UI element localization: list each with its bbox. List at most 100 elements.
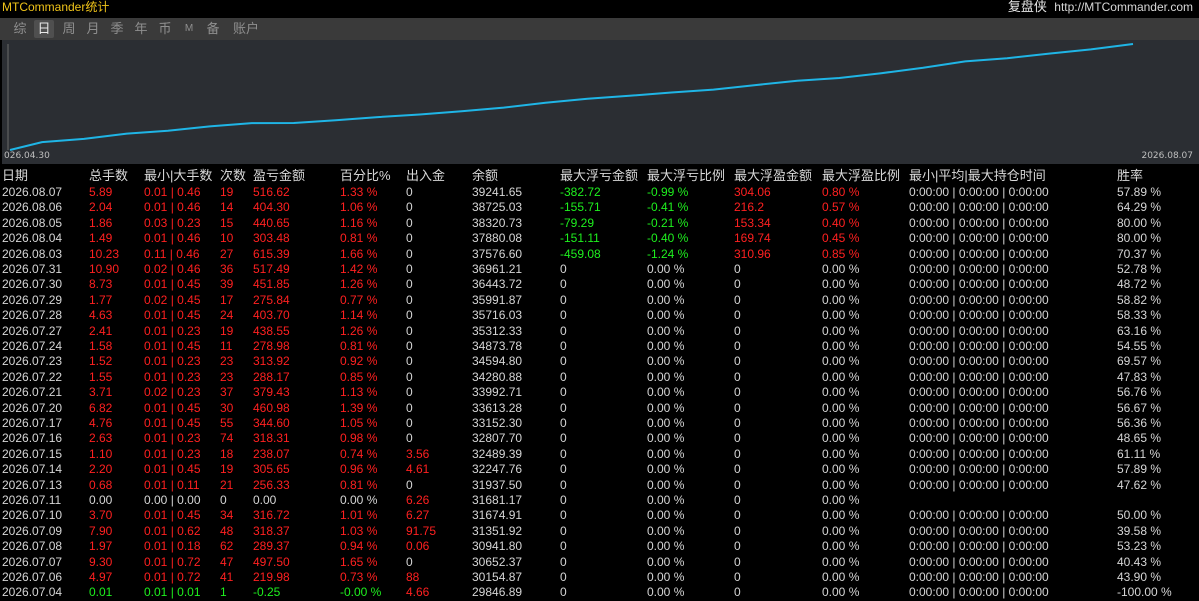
tab-yearly[interactable]: 年 bbox=[131, 20, 151, 38]
tab-account[interactable]: 账户 bbox=[229, 20, 263, 38]
table-row[interactable]: 2026.07.20 6.82 0.01 | 0.45 30 460.98 1.39 % 0… bbox=[0, 401, 1199, 416]
cell-percent: 0.74 % bbox=[340, 446, 378, 461]
cell-deposit: 0 bbox=[406, 277, 413, 292]
table-row[interactable]: 2026.07.30 8.73 0.01 | 0.45 39 451.85 1.26 % 0… bbox=[0, 277, 1199, 292]
cell-max-float-loss-pct: -0.21 % bbox=[647, 215, 689, 230]
tab-monthly[interactable]: 月 bbox=[83, 20, 103, 38]
cell-max-float-loss-pct: 0.00 % bbox=[647, 431, 685, 446]
tab-summary[interactable]: 综 bbox=[10, 20, 30, 38]
cell-win-rate: 56.67 % bbox=[1117, 400, 1162, 415]
cell-deposit: 0 bbox=[406, 554, 413, 569]
table-row[interactable]: 2026.07.24 1.58 0.01 | 0.45 11 278.98 0.81 % 0… bbox=[0, 339, 1199, 354]
cell-percent: 0.77 % bbox=[340, 292, 378, 307]
cell-percent: 1.33 % bbox=[340, 185, 378, 199]
column-header-count[interactable]: 次数 bbox=[220, 166, 246, 186]
table-row[interactable]: 2026.07.11 0.00 0.00 | 0.00 0 0.00 0.00 % 6.26… bbox=[0, 493, 1199, 508]
column-header-pnl[interactable]: 盈亏金额 bbox=[253, 166, 305, 186]
cell-count: 34 bbox=[220, 508, 234, 523]
column-header-max-float-profit[interactable]: 最大浮盈金额 bbox=[734, 166, 812, 186]
table-row[interactable]: 2026.07.17 4.76 0.01 | 0.45 55 344.60 1.05 % 0… bbox=[0, 416, 1199, 431]
column-header-max-float-loss-pct[interactable]: 最大浮亏比例 bbox=[647, 166, 725, 186]
table-row[interactable]: 2026.07.15 1.10 0.01 | 0.23 18 238.07 0.74 % 3… bbox=[0, 447, 1199, 462]
column-header-hold-time[interactable]: 最小|平均|最大持仓时间 bbox=[909, 166, 1046, 186]
table-row[interactable]: 2026.07.04 0.01 0.01 | 0.01 1 -0.25 -0.00 % 4.… bbox=[0, 585, 1199, 600]
table-row[interactable]: 2026.07.27 2.41 0.01 | 0.23 19 438.55 1.26 % 0… bbox=[0, 324, 1199, 339]
cell-date: 2026.07.15 bbox=[2, 446, 63, 461]
tab-weekly[interactable]: 周 bbox=[59, 20, 79, 38]
cell-total-lots: 2.41 bbox=[89, 323, 113, 338]
table-row[interactable]: 2026.07.16 2.63 0.01 | 0.23 74 318.31 0.98 % 0… bbox=[0, 431, 1199, 446]
table-row[interactable]: 2026.07.09 7.90 0.01 | 0.62 48 318.37 1.03 % 9… bbox=[0, 524, 1199, 539]
column-header-max-float-profit-pct[interactable]: 最大浮盈比例 bbox=[822, 166, 900, 186]
tab-notes[interactable]: 备 bbox=[203, 20, 223, 38]
table-row[interactable]: 2026.07.28 4.63 0.01 | 0.45 24 403.70 1.14 % 0… bbox=[0, 308, 1199, 323]
cell-date: 2026.07.11 bbox=[2, 493, 62, 507]
tab-daily[interactable]: 日 bbox=[34, 20, 54, 38]
tab-quarterly[interactable]: 季 bbox=[107, 20, 127, 38]
cell-max-float-loss-pct: 0.00 % bbox=[647, 554, 685, 569]
table-row[interactable]: 2026.08.03 10.23 0.11 | 0.46 27 615.39 1.66 %… bbox=[0, 247, 1199, 262]
table-row[interactable]: 2026.07.23 1.52 0.01 | 0.23 23 313.92 0.92 % 0… bbox=[0, 354, 1199, 369]
tab-symbol[interactable]: 币 bbox=[155, 20, 175, 38]
cell-max-float-profit: 0 bbox=[734, 446, 741, 461]
cell-min-max-lots: 0.01 | 0.45 bbox=[144, 508, 201, 523]
cell-date: 2026.07.28 bbox=[2, 308, 63, 323]
daily-stats-table: 日期 总手数 最小|大手数 次数 盈亏金额 百分比% 出入金 余额 最大浮亏金额 最大浮亏比例 最大… bbox=[0, 164, 1199, 599]
cell-count: 19 bbox=[220, 323, 234, 338]
cell-pnl: 278.98 bbox=[253, 339, 290, 353]
column-header-balance[interactable]: 余额 bbox=[472, 166, 498, 186]
cell-total-lots: 0.68 bbox=[89, 477, 113, 492]
column-header-total-lots[interactable]: 总手数 bbox=[89, 166, 128, 186]
cell-pnl: -0.25 bbox=[253, 585, 281, 600]
table-row[interactable]: 2026.07.06 4.97 0.01 | 0.72 41 219.98 0.73 % 8… bbox=[0, 570, 1199, 585]
cell-count: 37 bbox=[220, 385, 234, 400]
table-row[interactable]: 2026.08.07 5.89 0.01 | 0.46 19 516.62 1.33 % 0… bbox=[0, 185, 1199, 200]
cell-count: 39 bbox=[220, 277, 234, 292]
column-header-percent[interactable]: 百分比% bbox=[340, 166, 391, 186]
cell-win-rate: 80.00 % bbox=[1117, 215, 1162, 230]
table-row[interactable]: 2026.07.22 1.55 0.01 | 0.23 23 288.17 0.85 % 0… bbox=[0, 370, 1199, 385]
cell-balance: 30154.87 bbox=[472, 570, 523, 584]
cell-max-float-profit-pct: 0.00 % bbox=[822, 292, 860, 307]
table-row[interactable]: 2026.08.05 1.86 0.03 | 0.23 15 440.65 1.16 % 0… bbox=[0, 216, 1199, 231]
column-header-win-rate[interactable]: 胜率 bbox=[1117, 166, 1143, 186]
cell-min-max-lots: 0.02 | 0.46 bbox=[144, 262, 201, 276]
cell-win-rate: 58.82 % bbox=[1117, 292, 1162, 307]
cell-deposit: 88 bbox=[406, 570, 420, 584]
cell-max-float-profit: 0 bbox=[734, 585, 741, 600]
column-header-max-float-loss[interactable]: 最大浮亏金额 bbox=[560, 166, 638, 186]
tab-m[interactable]: M bbox=[179, 20, 199, 38]
table-row[interactable]: 2026.07.31 10.90 0.02 | 0.46 36 517.49 1.42 %… bbox=[0, 262, 1199, 277]
table-row[interactable]: 2026.07.21 3.71 0.02 | 0.23 37 379.43 1.13 % 0… bbox=[0, 385, 1199, 400]
column-header-deposit[interactable]: 出入金 bbox=[406, 166, 445, 186]
cell-max-float-profit: 0 bbox=[734, 477, 741, 492]
cell-hold-time: 0:00:00 | 0:00:00 | 0:00:00 bbox=[909, 416, 1049, 430]
cell-max-float-loss-pct: 0.00 % bbox=[647, 369, 685, 384]
cell-max-float-profit-pct: 0.85 % bbox=[822, 246, 860, 261]
table-row[interactable]: 2026.07.29 1.77 0.02 | 0.45 17 275.84 0.77 % 0… bbox=[0, 293, 1199, 308]
cell-min-max-lots: 0.01 | 0.18 bbox=[144, 539, 201, 554]
table-row[interactable]: 2026.08.06 2.04 0.01 | 0.46 14 404.30 1.06 % 0… bbox=[0, 200, 1199, 215]
cell-max-float-profit-pct: 0.00 % bbox=[822, 477, 860, 492]
cell-hold-time: 0:00:00 | 0:00:00 | 0:00:00 bbox=[909, 215, 1049, 230]
cell-total-lots: 3.70 bbox=[89, 508, 113, 523]
cell-count: 23 bbox=[220, 369, 234, 384]
column-header-date[interactable]: 日期 bbox=[2, 166, 28, 186]
cell-pnl: 344.60 bbox=[253, 416, 290, 430]
table-row[interactable]: 2026.07.07 9.30 0.01 | 0.72 47 497.50 1.65 % 0… bbox=[0, 555, 1199, 570]
table-row[interactable]: 2026.07.14 2.20 0.01 | 0.45 19 305.65 0.96 % 4… bbox=[0, 462, 1199, 477]
table-row[interactable]: 2026.07.10 3.70 0.01 | 0.45 34 316.72 1.01 % 6… bbox=[0, 508, 1199, 523]
cell-pnl: 305.65 bbox=[253, 462, 290, 477]
cell-total-lots: 2.63 bbox=[89, 431, 113, 446]
cell-max-float-loss-pct: 0.00 % bbox=[647, 508, 685, 523]
cell-balance: 35312.33 bbox=[472, 323, 523, 338]
column-header-min-max-lots[interactable]: 最小|大手数 bbox=[144, 166, 212, 186]
cell-total-lots: 7.90 bbox=[89, 523, 113, 538]
equity-line bbox=[9, 43, 1134, 151]
table-row[interactable]: 2026.07.08 1.97 0.01 | 0.18 62 289.37 0.94 % 0… bbox=[0, 539, 1199, 554]
cell-win-rate: 64.29 % bbox=[1117, 200, 1162, 215]
brand-link[interactable]: http://MTCommander.com bbox=[1054, 0, 1193, 14]
cell-count: 55 bbox=[220, 416, 234, 430]
table-row[interactable]: 2026.08.04 1.49 0.01 | 0.46 10 303.48 0.81 % 0… bbox=[0, 231, 1199, 246]
table-row[interactable]: 2026.07.13 0.68 0.01 | 0.11 21 256.33 0.81 % 0… bbox=[0, 478, 1199, 493]
